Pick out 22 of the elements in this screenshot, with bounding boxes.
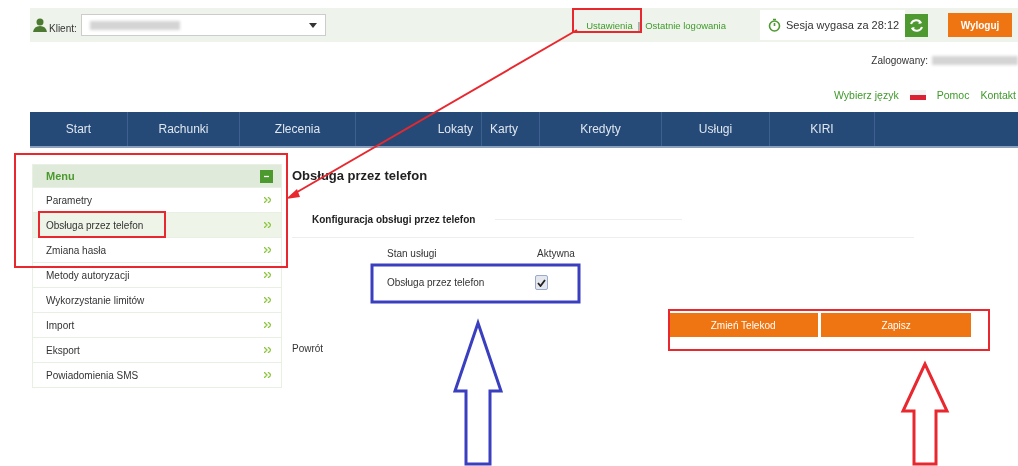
logged-in-label: Zalogowany:: [871, 54, 928, 66]
section-title: Konfiguracja obsługi przez telefon: [312, 214, 476, 225]
nav-tab[interactable]: Lokaty: [356, 112, 482, 146]
contact-link[interactable]: Kontakt: [980, 89, 1016, 101]
column-header: Stan usługi: [387, 248, 438, 259]
nav-tab[interactable]: KIRI: [770, 112, 875, 146]
column-header: Aktywna: [537, 248, 576, 259]
separator: |: [637, 19, 641, 31]
nav-tab[interactable]: Usługi: [662, 112, 770, 146]
nav-tab[interactable]: Karty: [482, 112, 540, 146]
nav-tab[interactable]: Kredyty: [540, 112, 662, 146]
back-link[interactable]: Powrót: [292, 343, 324, 354]
nav-tab[interactable]: Rachunki: [128, 112, 240, 146]
help-link[interactable]: Pomoc: [936, 89, 970, 101]
menu-title: Menu: [46, 170, 75, 182]
session-timer: Sesja wygasa za 28:12: [760, 10, 905, 40]
client-label: Klient:: [49, 22, 77, 34]
language-link[interactable]: Wybierz język: [834, 89, 899, 101]
nav-tab[interactable]: Zlecenia: [240, 112, 356, 146]
nav-tab[interactable]: Start: [30, 112, 128, 146]
menu-item[interactable]: Obsługa przez telefon: [33, 212, 281, 237]
service-name: Obsługa przez telefon: [387, 277, 486, 288]
